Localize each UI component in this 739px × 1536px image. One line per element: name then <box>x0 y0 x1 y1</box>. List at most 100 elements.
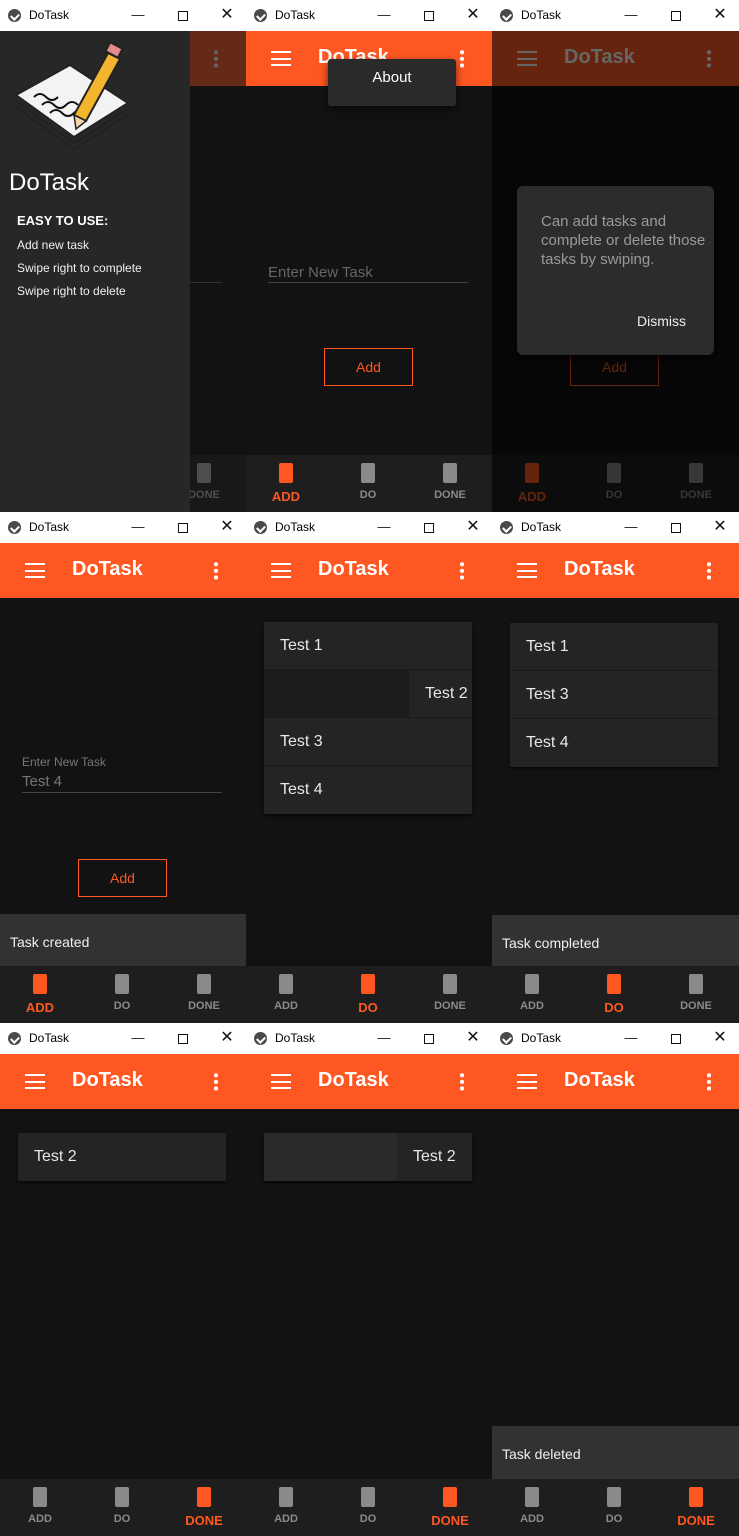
overflow-menu-icon[interactable] <box>460 49 464 69</box>
list-item[interactable]: Test 1 <box>264 622 472 670</box>
minimize-button[interactable]: — <box>371 2 397 28</box>
nav-done[interactable]: DONE <box>174 1487 234 1528</box>
hamburger-menu-icon[interactable] <box>271 563 291 578</box>
hamburger-menu-icon[interactable] <box>25 563 45 578</box>
app-bar: DoTask <box>492 1054 739 1109</box>
nav-done[interactable]: DONE <box>420 463 480 501</box>
nav-done[interactable]: DONE <box>666 974 726 1012</box>
overflow-menu-icon[interactable] <box>214 1072 218 1092</box>
drawer-item-complete[interactable]: Swipe right to complete <box>17 261 142 275</box>
app-icon <box>8 9 21 22</box>
close-button[interactable]: ✕ <box>707 514 733 540</box>
list-item[interactable]: Test 2 <box>18 1133 226 1181</box>
overflow-menu-icon[interactable] <box>460 561 464 581</box>
close-button[interactable]: ✕ <box>707 1025 733 1051</box>
close-button[interactable]: ✕ <box>707 2 733 28</box>
hamburger-menu-icon[interactable] <box>271 1074 291 1089</box>
swiped-row-content[interactable]: Test 2 <box>409 670 472 717</box>
nav-do[interactable]: DO <box>338 974 398 1015</box>
minimize-button[interactable]: — <box>371 1025 397 1051</box>
nav-done[interactable]: DONE <box>174 974 234 1012</box>
minimize-button[interactable]: — <box>618 1025 644 1051</box>
list-item[interactable]: Test 1 <box>510 623 718 671</box>
maximize-button[interactable] <box>416 514 442 540</box>
maximize-button[interactable] <box>416 1025 442 1051</box>
list-item[interactable]: Test 4 <box>510 719 718 767</box>
maximize-button[interactable] <box>416 2 442 28</box>
app-bar-title: DoTask <box>72 1069 143 1091</box>
overflow-menu-icon[interactable] <box>707 561 711 581</box>
done-notebook-icon <box>441 463 459 485</box>
hamburger-menu-icon[interactable] <box>517 1074 537 1089</box>
done-task-list: Test 2 <box>264 1133 472 1181</box>
nav-add[interactable]: ADD <box>256 463 316 504</box>
hamburger-menu-icon[interactable] <box>271 51 291 66</box>
maximize-button[interactable] <box>170 2 196 28</box>
minimize-button[interactable]: — <box>125 2 151 28</box>
maximize-button[interactable] <box>663 2 689 28</box>
list-item[interactable]: Test 3 <box>510 671 718 719</box>
nav-add-label: ADD <box>520 1000 544 1012</box>
list-item[interactable]: Test 4 <box>264 766 472 814</box>
minimize-button[interactable]: — <box>125 1025 151 1051</box>
overflow-menu-icon[interactable] <box>707 1072 711 1092</box>
minimize-button[interactable]: — <box>125 514 151 540</box>
nav-do[interactable]: DO <box>584 1487 644 1525</box>
list-item-swiping[interactable]: Test 2 <box>264 1133 472 1181</box>
maximize-button[interactable] <box>170 1025 196 1051</box>
nav-done-label: DONE <box>188 489 220 501</box>
window-done-list: DoTask — ✕ DoTask Test 2 ADD DO DONE <box>0 1023 246 1536</box>
input-floating-label: Enter New Task <box>22 755 106 769</box>
task-input[interactable]: Enter New Task <box>268 264 373 281</box>
done-notebook-icon <box>195 1487 213 1509</box>
drawer-item-add[interactable]: Add new task <box>17 238 89 252</box>
menu-item-about[interactable]: About <box>328 69 456 86</box>
maximize-button[interactable] <box>170 514 196 540</box>
nav-add[interactable]: ADD <box>10 974 70 1015</box>
swiped-row-content[interactable]: Test 2 <box>397 1133 472 1181</box>
nav-done[interactable]: DONE <box>420 1487 480 1528</box>
list-item-swiping[interactable]: Test 2 <box>264 670 472 718</box>
overflow-menu-icon[interactable] <box>214 49 218 69</box>
close-button[interactable]: ✕ <box>214 514 240 540</box>
maximize-button[interactable] <box>663 514 689 540</box>
close-button[interactable]: ✕ <box>460 514 486 540</box>
nav-add[interactable]: ADD <box>10 1487 70 1525</box>
close-button[interactable]: ✕ <box>214 2 240 28</box>
nav-do[interactable]: DO <box>92 1487 152 1525</box>
overflow-menu-icon[interactable] <box>460 1072 464 1092</box>
app-bar-title: DoTask <box>318 558 389 580</box>
nav-done[interactable]: DONE <box>420 974 480 1012</box>
close-button[interactable]: ✕ <box>214 1025 240 1051</box>
maximize-button[interactable] <box>663 1025 689 1051</box>
nav-add[interactable]: ADD <box>502 974 562 1012</box>
minimize-button[interactable]: — <box>371 514 397 540</box>
hamburger-menu-icon[interactable] <box>517 563 537 578</box>
overflow-menu-icon[interactable] <box>214 561 218 581</box>
dismiss-button[interactable]: Dismiss <box>637 313 686 329</box>
list-item[interactable]: Test 3 <box>264 718 472 766</box>
nav-add[interactable]: ADD <box>256 974 316 1012</box>
app-icon <box>254 521 267 534</box>
drawer-item-delete[interactable]: Swipe right to delete <box>17 284 126 298</box>
nav-add[interactable]: ADD <box>256 1487 316 1525</box>
minimize-button[interactable]: — <box>618 514 644 540</box>
task-input[interactable]: Test 4 <box>22 773 62 790</box>
minimize-button[interactable]: — <box>618 2 644 28</box>
nav-done[interactable]: DONE <box>666 1487 726 1528</box>
close-button[interactable]: ✕ <box>460 2 486 28</box>
nav-do[interactable]: DO <box>584 974 644 1015</box>
nav-do-label: DO <box>113 1000 131 1012</box>
screenshot-grid: DoTask — ✕ DONE DoTask EASY TO USE: Add … <box>0 0 739 1536</box>
nav-add[interactable]: ADD <box>502 1487 562 1525</box>
app-bar: DoTask <box>246 1054 492 1109</box>
add-button[interactable]: Add <box>78 859 167 897</box>
nav-do[interactable]: DO <box>92 974 152 1012</box>
snackbar: Task created <box>0 914 246 971</box>
hamburger-menu-icon[interactable] <box>25 1074 45 1089</box>
nav-do[interactable]: DO <box>338 1487 398 1525</box>
add-button[interactable]: Add <box>324 348 413 386</box>
nav-do[interactable]: DO <box>338 463 398 501</box>
window-title: DoTask <box>275 8 316 22</box>
close-button[interactable]: ✕ <box>460 1025 486 1051</box>
